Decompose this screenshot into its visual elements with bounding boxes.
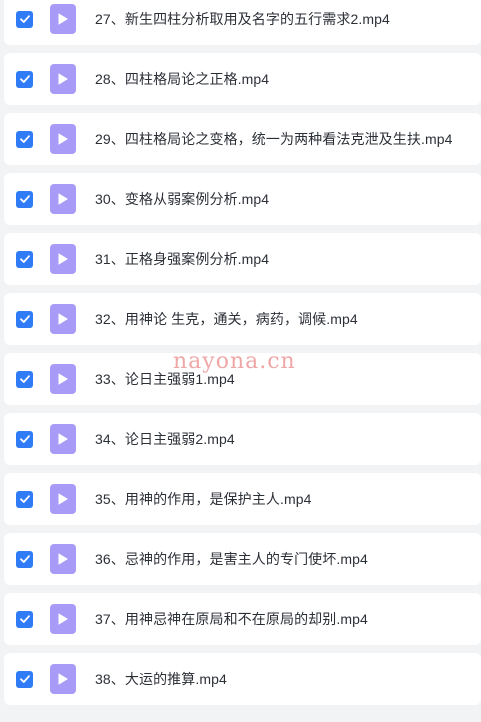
play-triangle-icon [58,493,68,505]
file-name: 30、变格从弱案例分析.mp4 [95,191,270,207]
video-play-icon [50,124,76,154]
video-play-icon [50,184,76,214]
video-play-icon [50,484,76,514]
file-checkbox[interactable] [16,130,33,148]
checkmark-icon [19,195,30,203]
file-checkbox[interactable] [16,610,33,628]
play-triangle-icon [58,253,68,265]
file-name: 35、用神的作用，是保护主人.mp4 [95,491,312,507]
video-play-icon [50,424,76,454]
video-play-icon [50,304,76,334]
file-checkbox[interactable] [16,670,33,688]
file-row[interactable]: 37、用神忌神在原局和不在原局的却别.mp4 [4,593,481,645]
file-row[interactable]: 31、正格身强案例分析.mp4 [4,233,481,285]
play-triangle-icon [58,553,68,565]
play-triangle-icon [58,673,68,685]
file-row[interactable]: 33、论日主强弱1.mp4 [4,353,481,405]
file-row[interactable]: 29、四柱格局论之变格，统一为两种看法克泄及生扶.mp4 [4,113,481,165]
file-row[interactable]: 36、忌神的作用，是害主人的专门使坏.mp4 [4,533,481,585]
file-name: 38、大运的推算.mp4 [95,671,227,687]
file-row[interactable]: 27、新生四柱分析取用及名字的五行需求2.mp4 [4,0,481,45]
checkmark-icon [19,75,30,83]
file-checkbox[interactable] [16,250,33,268]
file-name: 29、四柱格局论之变格，统一为两种看法克泄及生扶.mp4 [95,131,453,147]
file-name: 31、正格身强案例分析.mp4 [95,251,270,267]
file-checkbox[interactable] [16,490,33,508]
file-checkbox[interactable] [16,10,33,28]
play-triangle-icon [58,373,68,385]
file-row[interactable]: 30、变格从弱案例分析.mp4 [4,173,481,225]
checkmark-icon [19,15,30,23]
checkmark-icon [19,435,30,443]
play-triangle-icon [58,313,68,325]
file-name: 37、用神忌神在原局和不在原局的却别.mp4 [95,611,368,627]
checkmark-icon [19,555,30,563]
play-triangle-icon [58,133,68,145]
file-checkbox[interactable] [16,70,33,88]
file-checkbox[interactable] [16,430,33,448]
file-row[interactable]: 32、用神论 生克，通关，病药，调候.mp4 [4,293,481,345]
file-row[interactable]: 28、四柱格局论之正格.mp4 [4,53,481,105]
video-play-icon [50,364,76,394]
video-play-icon [50,664,76,694]
file-name: 32、用神论 生克，通关，病药，调候.mp4 [95,311,358,327]
video-play-icon [50,4,76,34]
video-play-icon [50,244,76,274]
file-name: 34、论日主强弱2.mp4 [95,431,235,447]
play-triangle-icon [58,193,68,205]
file-name: 27、新生四柱分析取用及名字的五行需求2.mp4 [95,11,390,27]
checkmark-icon [19,255,30,263]
file-name: 36、忌神的作用，是害主人的专门使坏.mp4 [95,551,368,567]
checkmark-icon [19,615,30,623]
file-name: 33、论日主强弱1.mp4 [95,371,235,387]
video-play-icon [50,544,76,574]
file-checkbox[interactable] [16,550,33,568]
video-play-icon [50,64,76,94]
play-triangle-icon [58,73,68,85]
play-triangle-icon [58,13,68,25]
file-row[interactable]: 35、用神的作用，是保护主人.mp4 [4,473,481,525]
file-checkbox[interactable] [16,310,33,328]
checkmark-icon [19,675,30,683]
file-row[interactable]: 34、论日主强弱2.mp4 [4,413,481,465]
file-row[interactable]: 38、大运的推算.mp4 [4,653,481,705]
video-play-icon [50,604,76,634]
file-name: 28、四柱格局论之正格.mp4 [95,71,270,87]
play-triangle-icon [58,433,68,445]
file-checkbox[interactable] [16,370,33,388]
file-checkbox[interactable] [16,190,33,208]
checkmark-icon [19,495,30,503]
checkmark-icon [19,135,30,143]
checkmark-icon [19,315,30,323]
file-list: 27、新生四柱分析取用及名字的五行需求2.mp4 28、四柱格局论之正格.mp4 2… [0,0,481,713]
checkmark-icon [19,375,30,383]
play-triangle-icon [58,613,68,625]
